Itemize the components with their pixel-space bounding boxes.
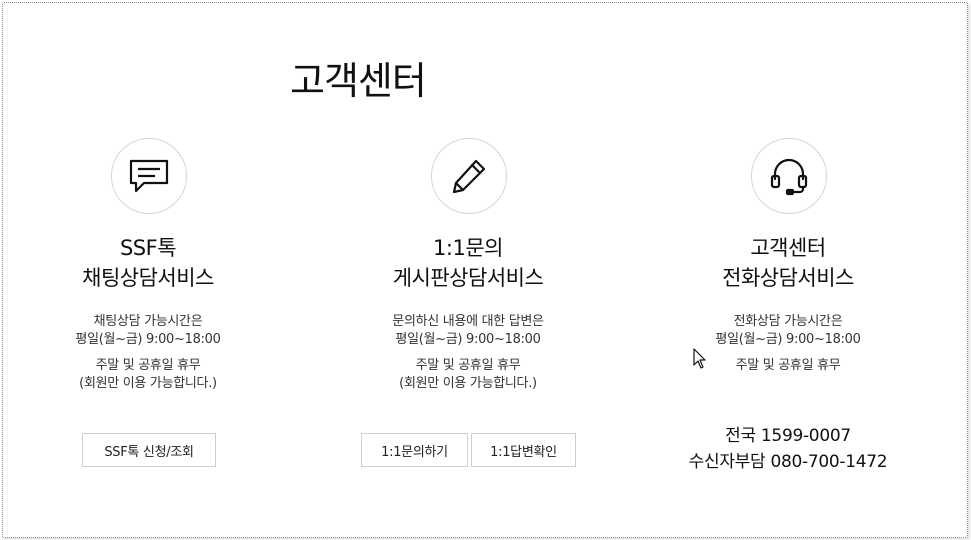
phone-heading-line2: 전화상담서비스: [722, 266, 854, 290]
chat-icon-circle: [111, 138, 187, 214]
board-hours-line1: 문의하신 내용에 대한 답변은: [392, 314, 544, 329]
headset-icon-circle: [751, 138, 827, 214]
phone-number-toll-free: 수신자부담 080-700-1472: [688, 452, 888, 472]
answer-check-button[interactable]: 1:1답변확인: [471, 433, 576, 467]
chat-heading-line2: 채팅상담서비스: [82, 266, 214, 290]
phone-heading-line1: 고객센터: [750, 236, 826, 260]
board-heading-line2: 게시판상담서비스: [392, 266, 544, 290]
mouse-pointer-icon: [693, 348, 706, 369]
pencil-icon-circle: [431, 138, 507, 214]
board-heading-line1: 1:1문의: [433, 236, 503, 260]
phone-service-section: 고객센터 전화상담서비스 전화상담 가능시간은 평일(월~금) 9:00~18:…: [640, 0, 940, 540]
chat-heading-line1: SSF톡: [119, 236, 177, 260]
chat-service-heading: SSF톡 채팅상담서비스: [0, 233, 296, 293]
headset-icon: [770, 158, 808, 196]
chat-hours-line2: 평일(월~금) 9:00~18:00: [75, 332, 221, 347]
phone-hours-line1: 전화상담 가능시간은: [733, 314, 843, 329]
pencil-icon: [452, 159, 486, 194]
chat-service-section: SSF톡 채팅상담서비스 채팅상담 가능시간은 평일(월~금) 9:00~18:…: [0, 0, 300, 540]
chat-hours-line1: 채팅상담 가능시간은: [93, 314, 203, 329]
chat-note-line1: 주말 및 공휴일 휴무: [95, 358, 201, 373]
board-note-line1: 주말 및 공휴일 휴무: [415, 358, 521, 373]
board-note: 주말 및 공휴일 휴무 (회원만 이용 가능합니다.): [320, 357, 616, 393]
ssf-talk-apply-button[interactable]: SSF톡 신청/조회: [82, 433, 216, 467]
phone-number-national: 전국 1599-0007: [725, 426, 851, 446]
phone-note: 주말 및 공휴일 휴무: [640, 357, 936, 375]
chat-note-line2: (회원만 이용 가능합니다.): [79, 376, 217, 391]
chat-bubble-icon: [129, 159, 169, 193]
board-service-section: 1:1문의 게시판상담서비스 문의하신 내용에 대한 답변은 평일(월~금) 9…: [320, 0, 620, 540]
phone-hours-line2: 평일(월~금) 9:00~18:00: [715, 332, 861, 347]
board-note-line2: (회원만 이용 가능합니다.): [399, 376, 537, 391]
inquiry-write-button[interactable]: 1:1문의하기: [361, 433, 468, 467]
chat-note: 주말 및 공휴일 휴무 (회원만 이용 가능합니다.): [0, 357, 296, 393]
board-service-heading: 1:1문의 게시판상담서비스: [320, 233, 616, 293]
chat-hours: 채팅상담 가능시간은 평일(월~금) 9:00~18:00: [0, 313, 296, 349]
board-hours-line2: 평일(월~금) 9:00~18:00: [395, 332, 541, 347]
phone-service-heading: 고객센터 전화상담서비스: [640, 233, 936, 293]
board-hours: 문의하신 내용에 대한 답변은 평일(월~금) 9:00~18:00: [320, 313, 616, 349]
phone-hours: 전화상담 가능시간은 평일(월~금) 9:00~18:00: [640, 313, 936, 349]
phone-note-line1: 주말 및 공휴일 휴무: [735, 358, 841, 373]
